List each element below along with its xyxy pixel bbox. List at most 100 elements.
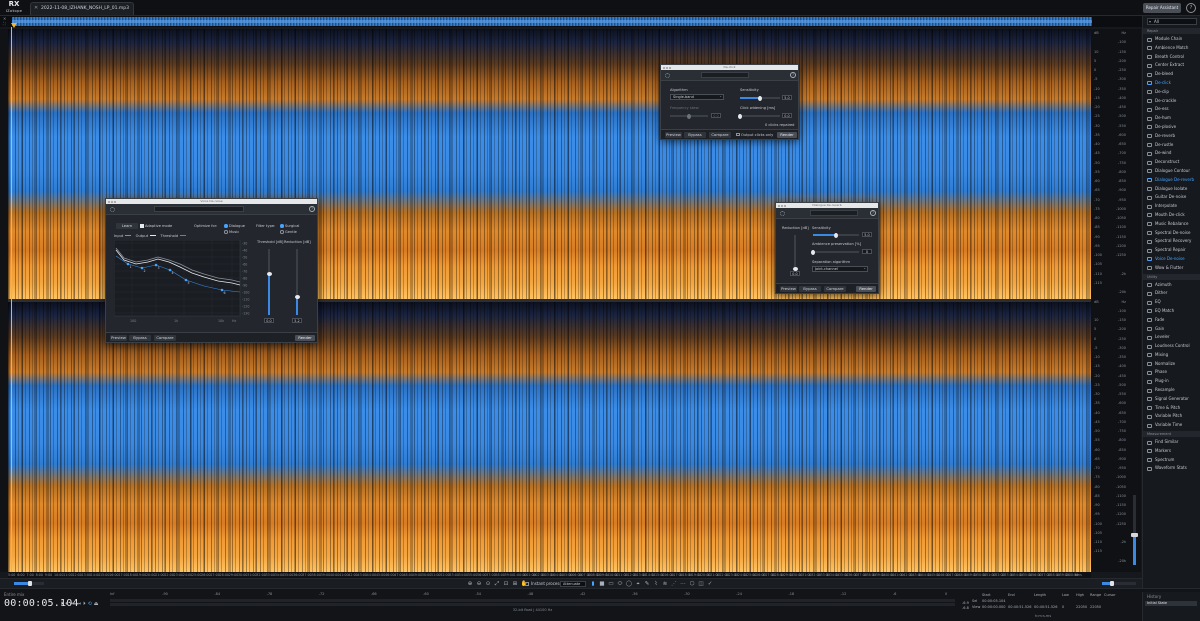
horizontal-zoom-slider[interactable]	[14, 581, 44, 586]
window-controls-icon[interactable]	[108, 200, 116, 203]
radio-icon[interactable]	[224, 224, 228, 228]
module-item[interactable]: Mouth De-click	[1143, 211, 1200, 220]
module-item[interactable]: Markers	[1143, 447, 1200, 456]
slider-knob[interactable]	[738, 113, 742, 119]
sensitivity-value[interactable]: 5.0	[782, 95, 792, 100]
selection-tool-icon[interactable]: ⋯	[679, 580, 687, 588]
eject-icon[interactable]: ⏏	[94, 601, 99, 607]
preset-select[interactable]	[154, 206, 244, 212]
module-item[interactable]: Dither	[1143, 289, 1200, 298]
learn-button[interactable]: Learn	[116, 223, 138, 229]
history-item[interactable]: Initial State	[1145, 601, 1197, 606]
module-item[interactable]: Breath Control	[1143, 53, 1200, 62]
vertical-zoom-slider[interactable]	[1102, 581, 1136, 586]
preset-select[interactable]	[701, 72, 749, 78]
module-item[interactable]: Loudness Control	[1143, 342, 1200, 351]
module-item[interactable]: Resample	[1143, 386, 1200, 395]
module-item[interactable]: Spectral De-noise	[1143, 229, 1200, 238]
checkbox-icon[interactable]	[736, 132, 740, 136]
render-button[interactable]: Render	[856, 286, 876, 292]
module-item[interactable]: Plug-in	[1143, 377, 1200, 386]
zoom-tool-icon[interactable]: ⊖	[475, 580, 483, 588]
compare-button[interactable]: Compare	[154, 335, 176, 341]
playhead[interactable]	[11, 23, 17, 572]
ambience-preservation-slider[interactable]	[811, 249, 859, 255]
preview-button[interactable]: Preview	[665, 132, 682, 138]
module-item[interactable]: De-crackle	[1143, 97, 1200, 106]
slider-knob[interactable]	[834, 232, 838, 238]
module-item[interactable]: Mixing	[1143, 351, 1200, 360]
render-button[interactable]: Render	[295, 335, 315, 341]
selection-tool-icon[interactable]: ⌖	[634, 580, 642, 588]
window-controls-icon[interactable]	[778, 204, 786, 207]
bypass-button[interactable]: Bypass	[684, 132, 706, 138]
slider-knob[interactable]	[28, 581, 32, 586]
module-item[interactable]: Spectral Repair	[1143, 246, 1200, 255]
reduction-value[interactable]: 0.0	[790, 271, 800, 276]
rewind-icon[interactable]: ⏮	[70, 601, 75, 607]
instant-process-toggle[interactable]: Instant process	[525, 581, 562, 586]
compare-button[interactable]: Compare	[709, 132, 731, 138]
play-icon[interactable]: ⏵	[61, 601, 64, 607]
module-item[interactable]: De-rustle	[1143, 141, 1200, 150]
module-item[interactable]: Music Rebalance	[1143, 220, 1200, 229]
zoom-tool-icon[interactable]: ⊞	[511, 580, 519, 588]
instant-process-mode-select[interactable]: Attenuate	[560, 580, 586, 587]
radio-icon[interactable]	[280, 230, 284, 234]
window-controls-icon[interactable]	[663, 66, 671, 69]
module-item[interactable]: Gain	[1143, 325, 1200, 334]
radio-icon[interactable]	[280, 224, 284, 228]
threshold-value[interactable]: 0.0	[264, 318, 274, 323]
selection-tool-icon[interactable]: ◫	[697, 580, 705, 588]
module-item[interactable]: Ambience Match	[1143, 44, 1200, 53]
module-item[interactable]: EQ	[1143, 298, 1200, 307]
algorithm-select[interactable]: Single-band	[670, 94, 724, 100]
optimize-music-radio[interactable]: Music	[224, 230, 239, 234]
preview-button[interactable]: Preview	[110, 335, 127, 341]
module-item[interactable]: De-ess	[1143, 105, 1200, 114]
forward-icon[interactable]: ⏭	[77, 601, 82, 607]
sensitivity-value[interactable]: 5.0	[862, 232, 872, 237]
module-item[interactable]: EQ Match	[1143, 307, 1200, 316]
selection-cell[interactable]: 00:40:51.526	[1034, 604, 1058, 610]
selection-tool-icon[interactable]: ≋	[661, 580, 669, 588]
noise-profile-graph[interactable]: -30 -40 -50 -60 -70 -80 -90 -100 -110 -120 -130 100…	[114, 240, 254, 325]
close-tab-icon[interactable]: ✕	[34, 5, 38, 11]
threshold-slider[interactable]	[266, 249, 272, 315]
selection-tool-icon[interactable]: ▮	[589, 580, 597, 588]
module-item[interactable]: Variable Time	[1143, 421, 1200, 430]
slider-knob[interactable]	[811, 249, 815, 255]
selection-tool-icon[interactable]: ⌇	[652, 580, 660, 588]
checkbox-icon[interactable]	[525, 581, 529, 586]
module-item[interactable]: Signal Generator	[1143, 395, 1200, 404]
selection-cell[interactable]: 22050	[1076, 604, 1087, 610]
module-item[interactable]: Spectral Recovery	[1143, 237, 1200, 246]
frequency-skew-value[interactable]: 0.0	[711, 113, 721, 118]
module-item[interactable]: Module Chain	[1143, 35, 1200, 44]
module-item[interactable]: Find Similar	[1143, 438, 1200, 447]
selection-cell[interactable]: 00:40:51.526	[1008, 604, 1032, 610]
module-item[interactable]: Normalize	[1143, 360, 1200, 369]
module-filter-select[interactable]: ▾ All	[1147, 18, 1197, 25]
reduction-slider[interactable]	[294, 249, 300, 315]
selection-tool-icon[interactable]: ⬭	[616, 580, 624, 588]
module-item[interactable]: Dialogue De-reverb	[1143, 176, 1200, 185]
module-item[interactable]: De-bleed	[1143, 70, 1200, 79]
selection-tool-icon[interactable]: ⋰	[670, 580, 678, 588]
waveform-overview[interactable]: ✕ ⛶	[0, 16, 1142, 27]
zoom-tool-icon[interactable]: ⊕	[466, 580, 474, 588]
module-item[interactable]: Spectrum	[1143, 456, 1200, 465]
preset-select[interactable]	[810, 210, 858, 216]
preview-button[interactable]: Preview	[780, 286, 797, 292]
gear-icon[interactable]	[110, 206, 115, 212]
selection-cell[interactable]: 00:00:00.000	[982, 604, 1006, 610]
module-item[interactable]: Leveler	[1143, 333, 1200, 342]
optimize-dialogue-radio[interactable]: Dialogue	[224, 224, 245, 228]
help-icon[interactable]: ?	[309, 206, 315, 212]
slider-knob[interactable]	[758, 95, 762, 101]
module-item[interactable]: Voice De-noise	[1143, 255, 1200, 264]
zoom-tool-icon[interactable]: ⊙	[484, 580, 492, 588]
gear-icon[interactable]	[780, 210, 785, 216]
module-item[interactable]: Interpolate	[1143, 202, 1200, 211]
selection-cell[interactable]: 22050	[1090, 604, 1101, 610]
